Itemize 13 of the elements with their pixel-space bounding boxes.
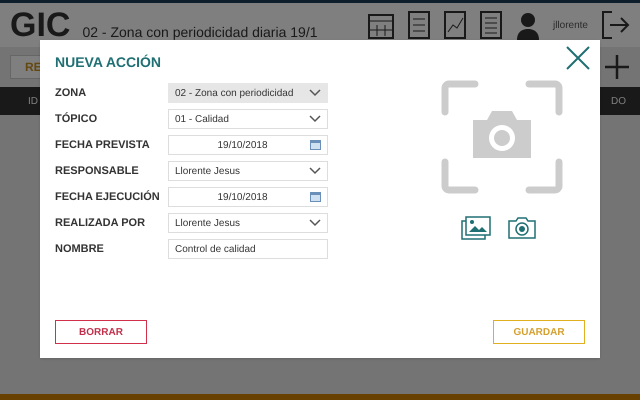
field-label: REALIZADA POR (55, 216, 146, 231)
dialog-title: NUEVA ACCIÓN (55, 53, 162, 72)
field-label: NOMBRE (55, 242, 105, 257)
field-label: FECHA EJECUCIÓN (55, 189, 161, 205)
field-label: TÓPICO (55, 111, 98, 127)
column-header: ID (28, 94, 38, 108)
field-label: ZONA (55, 86, 88, 101)
logo: GIC (10, 8, 70, 42)
field-label: FECHA PREVISTA (55, 138, 151, 153)
username: jllorente (552, 18, 588, 32)
column-header: DO (611, 94, 626, 108)
field-label: RESPONSABLE (55, 164, 140, 179)
page-title: 02 - Zona con periodicidad diaria 19/1 (82, 22, 318, 42)
